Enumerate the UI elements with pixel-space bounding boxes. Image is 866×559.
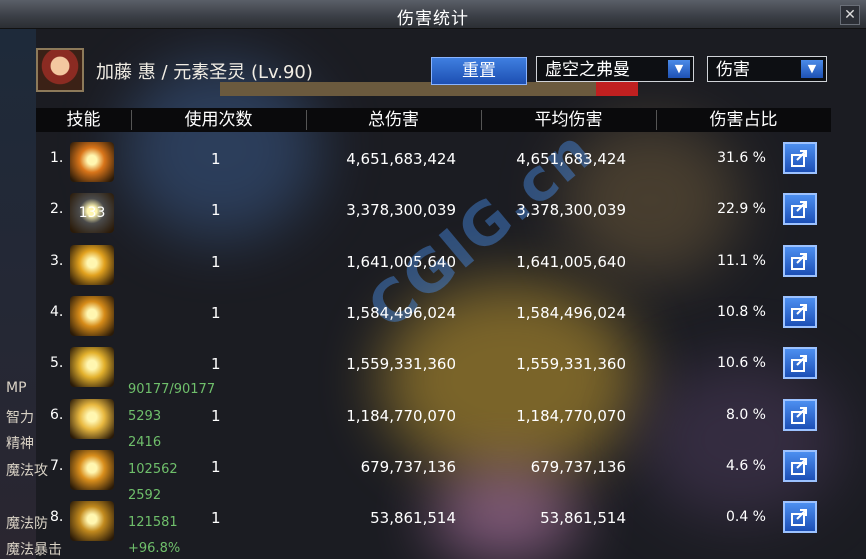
rank: 5. xyxy=(50,355,64,372)
total-damage: 3,378,300,039 xyxy=(346,201,456,220)
share-icon[interactable] xyxy=(783,193,817,226)
total-damage: 4,651,683,424 xyxy=(346,150,456,168)
header-pct: 伤害占比 xyxy=(709,110,778,130)
dungeon-select[interactable]: 虚空之弗曼 ▼ xyxy=(536,56,694,82)
metric-select[interactable]: 伤害 ▼ xyxy=(707,56,827,82)
close-icon[interactable]: ✕ xyxy=(840,5,860,25)
table-row: 5. 1 1,559,331,360 1,559,331,360 10.6 % xyxy=(36,341,831,392)
skill-icon-label: 133 xyxy=(78,205,106,222)
skill-icon xyxy=(70,142,114,182)
share-icon[interactable] xyxy=(783,449,817,482)
damage-percent: 8.0 % xyxy=(725,406,766,423)
header-skill: 技能 xyxy=(66,110,101,130)
table-row: 8. 1 53,861,514 53,861,514 0.4 % xyxy=(36,495,831,546)
table-row: 1. 1 4,651,683,424 4,651,683,424 31.6 % xyxy=(36,136,831,187)
total-damage: 1,584,496,024 xyxy=(346,303,456,322)
rank: 1. xyxy=(50,150,64,166)
skill-icon xyxy=(70,347,114,388)
damage-percent: 11.1 % xyxy=(717,252,766,269)
table-row: 7. 1 679,737,136 679,737,136 4.6 % xyxy=(36,444,831,495)
skill-icon xyxy=(70,295,114,336)
skill-icon xyxy=(70,244,114,285)
uses-count: 1 xyxy=(211,303,221,322)
window-title: 伤害统计 xyxy=(397,9,469,29)
total-damage: 1,641,005,640 xyxy=(346,252,456,271)
uses-count: 1 xyxy=(211,406,221,425)
table-row: 3. 1 1,641,005,640 1,641,005,640 11.1 % xyxy=(36,239,831,290)
uses-count: 1 xyxy=(211,509,221,528)
rank: 4. xyxy=(50,303,64,320)
header-total: 总伤害 xyxy=(368,110,419,130)
chevron-down-icon[interactable]: ▼ xyxy=(801,60,823,78)
share-icon[interactable] xyxy=(783,244,817,277)
uses-count: 1 xyxy=(211,201,221,220)
skill-icon xyxy=(70,398,114,439)
chevron-down-icon[interactable]: ▼ xyxy=(668,60,690,78)
metric-select-value: 伤害 xyxy=(716,60,750,80)
avatar xyxy=(36,48,84,92)
table-header: 技能 使用次数 总伤害 平均伤害 伤害占比 xyxy=(36,108,831,132)
skill-icon: 133 xyxy=(70,193,114,234)
damage-percent: 4.6 % xyxy=(725,457,766,474)
total-damage: 679,737,136 xyxy=(360,457,456,476)
table-row: 6. 1 1,184,770,070 1,184,770,070 8.0 % xyxy=(36,393,831,444)
damage-percent: 10.8 % xyxy=(717,303,766,320)
average-damage: 679,737,136 xyxy=(530,457,626,476)
skill-icon xyxy=(70,449,114,490)
hp-bar xyxy=(220,82,638,96)
table-row: 4. 1 1,584,496,024 1,584,496,024 10.8 % xyxy=(36,290,831,341)
skill-icon xyxy=(70,501,114,542)
reset-button[interactable]: 重置 xyxy=(431,57,527,85)
dungeon-select-value: 虚空之弗曼 xyxy=(545,60,630,80)
average-damage: 53,861,514 xyxy=(540,509,626,528)
average-damage: 1,184,770,070 xyxy=(516,406,626,425)
character-name: 加藤 惠 / 元素圣灵 (Lv.90) xyxy=(96,62,313,83)
uses-count: 1 xyxy=(211,252,221,271)
damage-percent: 22.9 % xyxy=(717,201,766,218)
stat-label: MP xyxy=(6,380,27,396)
rank: 6. xyxy=(50,406,64,423)
rank: 8. xyxy=(50,509,64,526)
damage-percent: 31.6 % xyxy=(717,150,766,166)
average-damage: 1,641,005,640 xyxy=(516,252,626,271)
header-avg: 平均伤害 xyxy=(534,110,603,130)
share-icon[interactable] xyxy=(783,398,817,431)
average-damage: 3,378,300,039 xyxy=(516,201,626,220)
average-damage: 4,651,683,424 xyxy=(516,150,626,168)
title-bar[interactable]: 伤害统计 ✕ xyxy=(0,0,866,29)
average-damage: 1,559,331,360 xyxy=(516,355,626,374)
stat-label: 精神 xyxy=(6,436,34,452)
rank: 7. xyxy=(50,457,64,474)
uses-count: 1 xyxy=(211,457,221,476)
rank: 2. xyxy=(50,201,64,218)
header-uses: 使用次数 xyxy=(184,110,253,130)
average-damage: 1,584,496,024 xyxy=(516,303,626,322)
stat-label: 智力 xyxy=(6,409,34,426)
share-icon[interactable] xyxy=(783,501,817,534)
table-row: 2. 133 1 3,378,300,039 3,378,300,039 22.… xyxy=(36,187,831,238)
uses-count: 1 xyxy=(211,150,221,168)
total-damage: 1,184,770,070 xyxy=(346,406,456,425)
share-icon[interactable] xyxy=(783,347,817,380)
rank: 3. xyxy=(50,252,64,269)
damage-percent: 10.6 % xyxy=(717,355,766,372)
share-icon[interactable] xyxy=(783,142,817,174)
total-damage: 1,559,331,360 xyxy=(346,355,456,374)
damage-percent: 0.4 % xyxy=(725,509,766,526)
share-icon[interactable] xyxy=(783,295,817,328)
uses-count: 1 xyxy=(211,355,221,374)
total-damage: 53,861,514 xyxy=(370,509,456,528)
